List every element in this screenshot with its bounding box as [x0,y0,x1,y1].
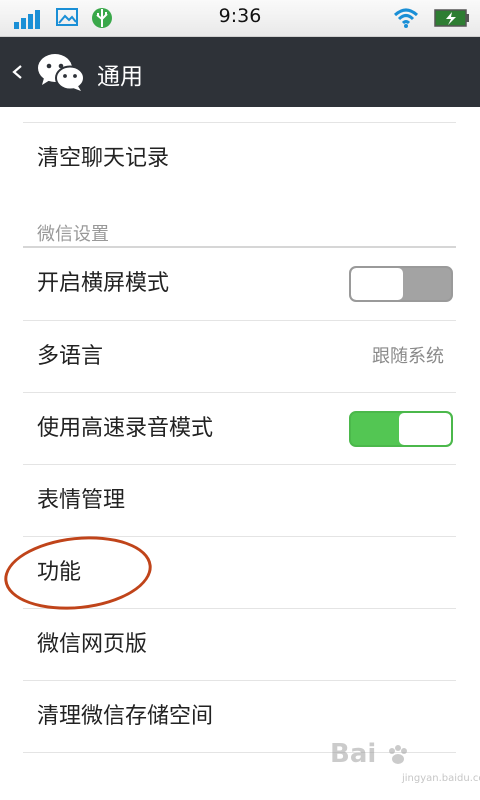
language-value: 跟随系统 [372,346,444,367]
row-label: 功能 [37,560,82,585]
battery-charging-icon [434,9,469,27]
toggle-knob [399,413,451,445]
title-bar: 通用 [0,37,480,107]
chevron-left-icon[interactable] [10,59,24,85]
row-label: 清理微信存储空间 [37,704,214,729]
wechat-icon [38,54,85,91]
section-header-wechat-settings: 微信设置 [37,224,109,245]
clear-chat-history-item[interactable]: 清空聊天记录 [0,123,480,195]
photo-icon [56,8,78,26]
toggle-knob [351,268,403,300]
row-label: 开启横屏模式 [37,271,170,296]
wifi-icon [393,8,419,28]
language-item[interactable]: 多语言 跟随系统 [0,321,480,393]
web-wechat-item[interactable]: 微信网页版 [0,609,480,681]
row-label: 表情管理 [37,488,126,513]
sticker-management-item[interactable]: 表情管理 [0,465,480,537]
paw-icon [389,745,407,764]
watermark-url: jingyan.baidu.com [402,773,480,784]
clock: 9:36 [218,5,262,27]
usb-icon [92,8,112,28]
landscape-mode-item[interactable]: 开启横屏模式 [0,248,480,320]
row-label: 多语言 [37,344,104,369]
landscape-mode-toggle[interactable] [349,266,453,302]
status-bar: 9:36 [0,0,480,37]
features-item[interactable]: 功能 [0,537,480,609]
signal-icon [14,9,46,29]
row-label: 清空聊天记录 [37,146,170,171]
hq-voice-mode-toggle[interactable] [349,411,453,447]
baidu-watermark: Bai jingyan.baidu.com [330,735,480,785]
row-label: 使用高速录音模式 [37,416,214,441]
watermark-logo-text: Bai [330,739,377,769]
row-label: 微信网页版 [37,632,148,657]
hq-voice-mode-item[interactable]: 使用高速录音模式 [0,393,480,465]
page-title: 通用 [97,64,143,90]
